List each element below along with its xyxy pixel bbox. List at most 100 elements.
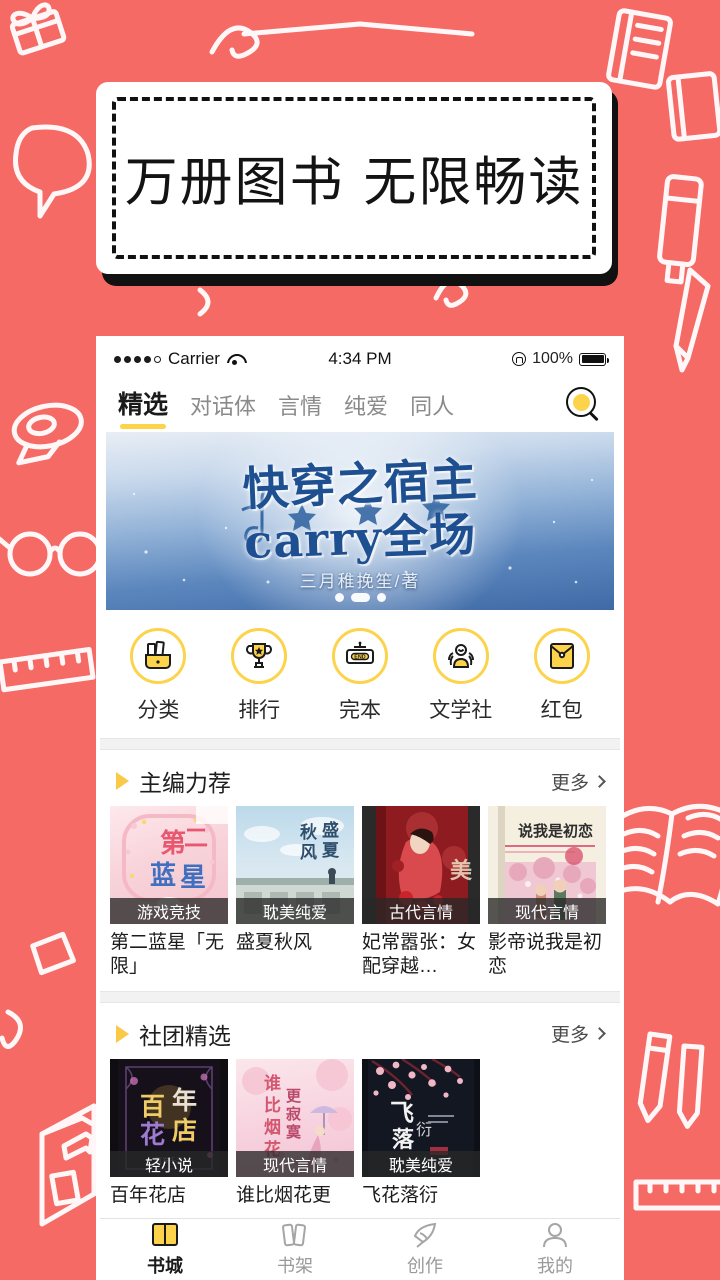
svg-text:夏: 夏 (322, 841, 340, 861)
book-title: 盛夏秋风 (236, 932, 313, 953)
svg-text:星: 星 (180, 863, 206, 893)
book-card[interactable]: 百 年 花 店 百岁千寻 轻小说 百年花店 (110, 1058, 228, 1208)
bookshelf-icon (282, 1223, 306, 1247)
book-row-shetuanjingxuan: 百 年 花 店 百岁千寻 轻小说 百年花店 谁 比 烟 花 更 (100, 1058, 620, 1208)
section-header-zhubianlijian: 主编力荐 更多 (100, 750, 620, 806)
book-card[interactable]: 谁 比 烟 花 更 寂 寞 现代言情 谁比烟花更 (236, 1058, 354, 1208)
book-cover: 百 年 花 店 百岁千寻 轻小说 (110, 1058, 228, 1177)
book-card-placeholder (488, 1059, 606, 1208)
book-tag: 轻小说 (110, 1150, 228, 1177)
banner-author: 三月稚挽笙/著 (299, 572, 421, 591)
tab-label: 我的 (537, 1256, 573, 1276)
tab-tongren[interactable]: 同人 (410, 389, 454, 426)
promo-headline: 万册图书 无限畅读 (124, 152, 584, 213)
book-title: 飞花落衍 (362, 1184, 439, 1206)
book-card[interactable]: 第 二 蓝 星 游戏竞技 第二蓝星「无限」 (110, 806, 228, 979)
svg-text:年: 年 (172, 1086, 197, 1115)
tab-wode[interactable]: 我的 (490, 1219, 620, 1280)
rotation-lock-icon (512, 352, 527, 366)
book-title: 谁比烟花更 (236, 1184, 332, 1206)
tab-duihuati[interactable]: 对话体 (190, 389, 256, 426)
book-card[interactable]: 飞 落 衍 耽美纯爱 飞花落衍 (362, 1058, 480, 1208)
svg-text:秋: 秋 (300, 822, 318, 843)
book-tag: 古代言情 (362, 898, 480, 924)
book-title: 妃常嚣张：女配穿越… (362, 932, 477, 977)
book-tag: 游戏竞技 (110, 898, 228, 924)
book-tag: 现代言情 (488, 898, 606, 924)
red-envelope-icon (533, 628, 590, 684)
more-label: 更多 (550, 772, 589, 794)
svg-text:烟: 烟 (264, 1117, 281, 1138)
book-tag: 耽美纯爱 (362, 1150, 480, 1177)
phone-screen: Carrier 4:34 PM 100% 精选 对话体 言情 纯爱 同人 快穿之… (100, 340, 620, 1280)
book-card[interactable]: 盛 秋 夏 风 耽美纯爱 盛夏秋风 (236, 806, 354, 979)
book-card[interactable]: 说我是初恋 现代言情 影帝说我是初恋 (488, 806, 606, 979)
section-marker-icon (116, 1024, 129, 1043)
status-bar-left: Carrier (114, 349, 243, 369)
svg-text:美: 美 (450, 858, 473, 884)
section-divider (100, 738, 620, 750)
book-cover: 美 古代言情 (362, 806, 480, 924)
plaque-body: 万册图书 无限畅读 (96, 82, 612, 274)
tab-shucheng[interactable]: 书城 (100, 1219, 230, 1280)
book-cover: 第 二 蓝 星 游戏竞技 (110, 806, 228, 924)
tab-chunai[interactable]: 纯爱 (344, 389, 388, 426)
tab-label: 创作 (407, 1256, 443, 1276)
quick-link-wanben[interactable]: END 完本 (310, 628, 411, 724)
svg-text:飞: 飞 (390, 1099, 414, 1127)
section-divider (100, 990, 620, 1003)
book-cover: 说我是初恋 现代言情 (488, 806, 606, 924)
more-link-shetuanjingxuan[interactable]: 更多 (551, 1020, 606, 1047)
svg-text:END: END (354, 655, 365, 661)
svg-text:落: 落 (392, 1128, 415, 1153)
quick-link-fenlei[interactable]: 分类 (108, 628, 209, 724)
wifi-icon (227, 353, 243, 365)
carousel-dot-1[interactable] (334, 593, 344, 602)
quick-link-hongbao[interactable]: 红包 (511, 628, 612, 724)
tab-yanqing[interactable]: 言情 (278, 389, 322, 426)
book-card[interactable]: 美 古代言情 妃常嚣张：女配穿越… (362, 806, 480, 979)
section-title: 社团精选 (139, 1022, 231, 1049)
quick-link-label: 文学社 (429, 699, 493, 722)
carousel-dot-3[interactable] (376, 593, 386, 602)
books-bag-icon (130, 628, 187, 684)
carousel-dot-2-active[interactable] (350, 593, 370, 602)
person-icon (543, 1223, 567, 1248)
carrier-label: Carrier (168, 349, 220, 368)
tab-jingxuan[interactable]: 精选 (118, 385, 168, 429)
featured-banner-carousel[interactable]: 快穿之宿主 carry全场 三月稚挽笙/著 (106, 432, 614, 610)
book-row-zhubianlijian: 第 二 蓝 星 游戏竞技 第二蓝星「无限」 盛 秋 夏 风 耽美纯爱 盛夏秋风 … (100, 806, 620, 979)
quick-link-wenxueshe[interactable]: 文学社 (410, 628, 511, 724)
signal-strength-icon (114, 355, 161, 363)
book-cover: 盛 秋 夏 风 耽美纯爱 (236, 806, 354, 924)
tab-shujia[interactable]: 书架 (230, 1219, 360, 1280)
section-marker-icon (116, 772, 129, 790)
bottom-tab-bar: 书城 书架 创作 我的 (100, 1218, 620, 1280)
svg-text:说我是初恋: 说我是初恋 (518, 822, 593, 840)
chevron-right-icon (593, 1027, 606, 1040)
more-link-zhubianlijian[interactable]: 更多 (550, 768, 606, 795)
search-icon[interactable] (566, 387, 602, 423)
status-bar-right: 100% (512, 350, 609, 368)
open-book-icon (152, 1223, 178, 1246)
quick-link-label: 分类 (137, 699, 180, 722)
svg-text:盛: 盛 (322, 820, 339, 841)
search-icon-handle (589, 411, 599, 421)
quick-link-label: 排行 (238, 699, 281, 722)
quick-link-row: 分类 排行 END 完本 文学社 红包 (100, 610, 620, 738)
svg-text:花: 花 (140, 1120, 165, 1149)
status-bar: Carrier 4:34 PM 100% (100, 340, 620, 378)
trophy-icon (231, 628, 288, 684)
svg-text:百: 百 (140, 1092, 165, 1121)
carousel-dots[interactable] (106, 593, 614, 602)
tab-chuangzuo[interactable]: 创作 (360, 1219, 490, 1280)
svg-text:第: 第 (160, 828, 186, 859)
quill-icon (413, 1222, 437, 1248)
svg-text:更: 更 (286, 1087, 302, 1105)
book-tag: 耽美纯爱 (236, 898, 354, 924)
svg-text:风: 风 (300, 843, 317, 863)
svg-text:寞: 寞 (286, 1123, 302, 1141)
battery-icon (579, 352, 609, 366)
svg-text:二: 二 (184, 824, 208, 852)
quick-link-paihang[interactable]: 排行 (209, 628, 310, 724)
